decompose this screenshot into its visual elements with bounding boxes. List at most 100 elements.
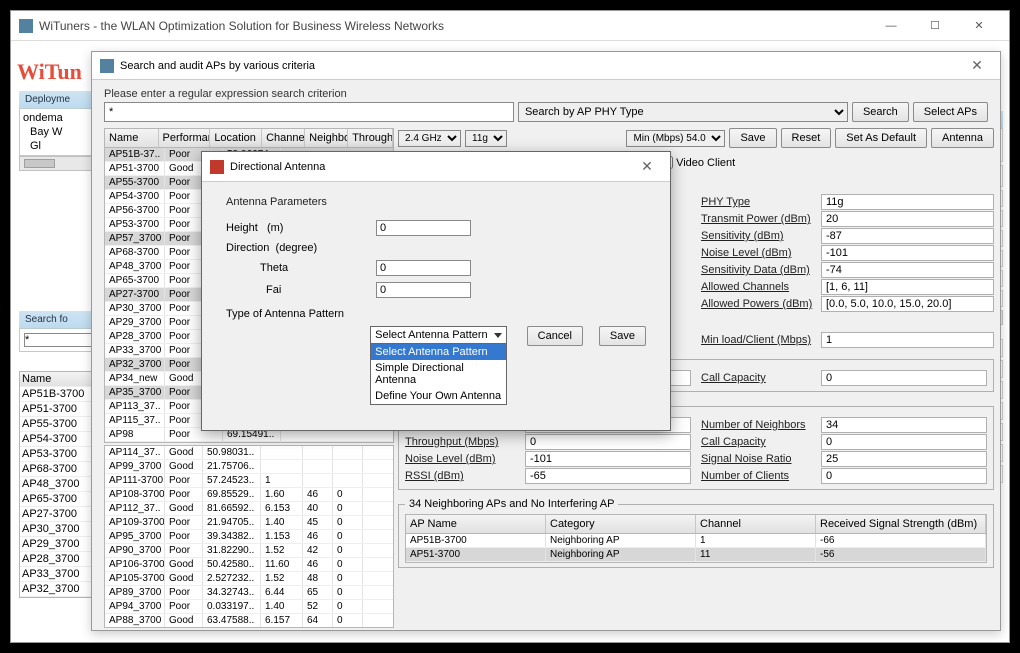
column-header[interactable]: Throughpu.. (348, 129, 393, 147)
list-item[interactable]: AP28_3700 (20, 552, 98, 567)
neighbors-group: 34 Neighboring APs and No Interfering AP… (398, 498, 994, 568)
list-item[interactable]: AP30_3700 (20, 522, 98, 537)
table-row[interactable]: AP94_3700Poor0.033197..1.40520 (105, 600, 393, 614)
fai-input[interactable] (376, 282, 471, 298)
tree-item[interactable]: Bay W (22, 125, 96, 139)
scrollbar[interactable] (19, 156, 99, 171)
table-row[interactable]: AP111-3700Poor57.24523..1 (105, 474, 393, 488)
table-row[interactable]: AP88_3700Good63.47588..6.157640 (105, 614, 393, 628)
chevron-down-icon (494, 333, 502, 338)
column-header[interactable]: Name (105, 129, 159, 147)
list-item[interactable]: AP65-3700 (20, 492, 98, 507)
dropdown-option[interactable]: Define Your Own Antenna (371, 388, 506, 404)
search-window-title: Search and audit APs by various criteria (120, 60, 315, 72)
table-row[interactable]: AP51B-3700Neighboring AP1-66 (406, 534, 986, 548)
java-icon (100, 59, 114, 73)
column-header[interactable]: Channel (696, 515, 816, 533)
column-header[interactable]: Received Signal Strength (dBm) (816, 515, 986, 533)
dropdown-option[interactable]: Simple Directional Antenna (371, 360, 506, 388)
reset-button[interactable]: Reset (781, 128, 832, 148)
antenna-dialog: Directional Antenna ✕ Antenna Parameters… (201, 151, 671, 431)
table-row[interactable]: AP105-3700Good2.527232..1.52480 (105, 572, 393, 586)
table-row[interactable]: AP108-3700Poor69.85529..1.60460 (105, 488, 393, 502)
table-row[interactable]: AP109-3700Poor21.94705..1.40450 (105, 516, 393, 530)
list-item[interactable]: AP51B-3700 (20, 387, 98, 402)
search-type-select[interactable]: Search by AP PHY Type (518, 102, 848, 122)
save-button[interactable]: Save (599, 326, 646, 346)
params-label: Antenna Parameters (226, 196, 646, 208)
dropdown-option[interactable]: Select Antenna Pattern (371, 344, 506, 360)
tree-item[interactable]: Gl (22, 139, 96, 153)
ap-table-header: NamePerforman..LocationChannelsNeighbors… (105, 129, 393, 148)
call-cap-value: 0 (821, 370, 987, 386)
maximize-button[interactable]: ☐ (913, 12, 957, 40)
close-icon[interactable]: ✕ (962, 57, 992, 74)
select-aps-button[interactable]: Select APs (913, 102, 988, 122)
theta-input[interactable] (376, 260, 471, 276)
search-for-header: Search fo (19, 311, 99, 328)
java-icon (19, 19, 33, 33)
neighbors-body[interactable]: AP51B-3700Neighboring AP1-66AP51-3700Nei… (406, 534, 986, 562)
logo: WiTun (17, 59, 82, 85)
video-client-check[interactable]: Video Client (660, 156, 735, 169)
close-icon[interactable]: ✕ (632, 158, 662, 175)
mini-ap-list[interactable]: NameAP51B-3700AP51-3700AP55-3700AP54-370… (19, 371, 99, 598)
minimize-button[interactable]: — (869, 12, 913, 40)
table-row[interactable]: AP112_37..Good81.66592..6.153400 (105, 502, 393, 516)
list-item[interactable]: AP68-3700 (20, 462, 98, 477)
set-default-button[interactable]: Set As Default (835, 128, 927, 148)
list-item[interactable]: AP27-3700 (20, 507, 98, 522)
sens-data-value[interactable]: -74 (821, 262, 994, 278)
noise-value[interactable]: -101 (821, 245, 994, 261)
criterion-input[interactable] (104, 102, 514, 122)
column-header[interactable]: Performan.. (159, 129, 211, 147)
tree-root[interactable]: ondema (22, 111, 96, 125)
table-row[interactable]: AP89_3700Poor34.32743..6.44650 (105, 586, 393, 600)
height-input[interactable] (376, 220, 471, 236)
list-item[interactable]: AP54-3700 (20, 432, 98, 447)
search-for-input[interactable] (24, 333, 94, 347)
min-mbps-select[interactable]: Min (Mbps) 54.0 (626, 130, 725, 147)
table-row[interactable]: AP95_3700Poor39.34382..1.153460 (105, 530, 393, 544)
list-item[interactable]: AP33_3700 (20, 567, 98, 582)
column-header[interactable]: Neighbors (305, 129, 348, 147)
column-header[interactable]: AP Name (406, 515, 546, 533)
dialog-title: Directional Antenna (230, 161, 325, 173)
search-button[interactable]: Search (852, 102, 909, 122)
allowed-pw-value[interactable]: [0.0, 5.0, 10.0, 15.0, 20.0] (821, 296, 994, 312)
main-title: WiTuners - the WLAN Optimization Solutio… (39, 19, 869, 33)
column-header: Name (20, 372, 98, 387)
pattern-dropdown[interactable]: Select Antenna Pattern Select Antenna Pa… (370, 326, 507, 405)
sensitivity-value[interactable]: -87 (821, 228, 994, 244)
antenna-icon (210, 160, 224, 174)
min-load-value[interactable]: 1 (821, 332, 994, 348)
table-row[interactable]: AP99_3700Good21.75706.. (105, 460, 393, 474)
list-item[interactable]: AP53-3700 (20, 447, 98, 462)
list-item[interactable]: AP51-3700 (20, 402, 98, 417)
table-row[interactable]: AP114_37..Good50.98031.. (105, 446, 393, 460)
column-header[interactable]: Category (546, 515, 696, 533)
phy-type-value[interactable]: 11g (821, 194, 994, 210)
antenna-button[interactable]: Antenna (931, 128, 994, 148)
neighbors-header: AP NameCategoryChannelReceived Signal St… (406, 515, 986, 534)
deployment-tree[interactable]: ondema Bay W Gl (19, 108, 99, 156)
deployments-header: Deployme (19, 91, 99, 108)
table-row[interactable]: AP90_3700Poor31.82290..1.52420 (105, 544, 393, 558)
list-item[interactable]: AP48_3700 (20, 477, 98, 492)
table-row[interactable]: AP106-3700Good50.42580..11.60460 (105, 558, 393, 572)
list-item[interactable]: AP55-3700 (20, 417, 98, 432)
band-select[interactable]: 2.4 GHz (398, 130, 461, 147)
column-header[interactable]: Channels (262, 129, 305, 147)
column-header[interactable]: Location (210, 129, 262, 147)
close-button[interactable]: ✕ (957, 12, 1001, 40)
list-item[interactable]: AP29_3700 (20, 537, 98, 552)
save-button[interactable]: Save (729, 128, 776, 148)
cancel-button[interactable]: Cancel (527, 326, 583, 346)
table-row[interactable]: AP51-3700Neighboring AP11-56 (406, 548, 986, 562)
list-item[interactable]: AP32_3700 (20, 582, 98, 597)
phy-select[interactable]: 11g (465, 130, 507, 147)
main-titlebar: WiTuners - the WLAN Optimization Solutio… (11, 11, 1009, 41)
allowed-ch-value[interactable]: [1, 6, 11] (821, 279, 994, 295)
ap-table-body-ext[interactable]: AP114_37..Good50.98031..AP99_3700Good21.… (105, 446, 393, 628)
tx-power-value[interactable]: 20 (821, 211, 994, 227)
